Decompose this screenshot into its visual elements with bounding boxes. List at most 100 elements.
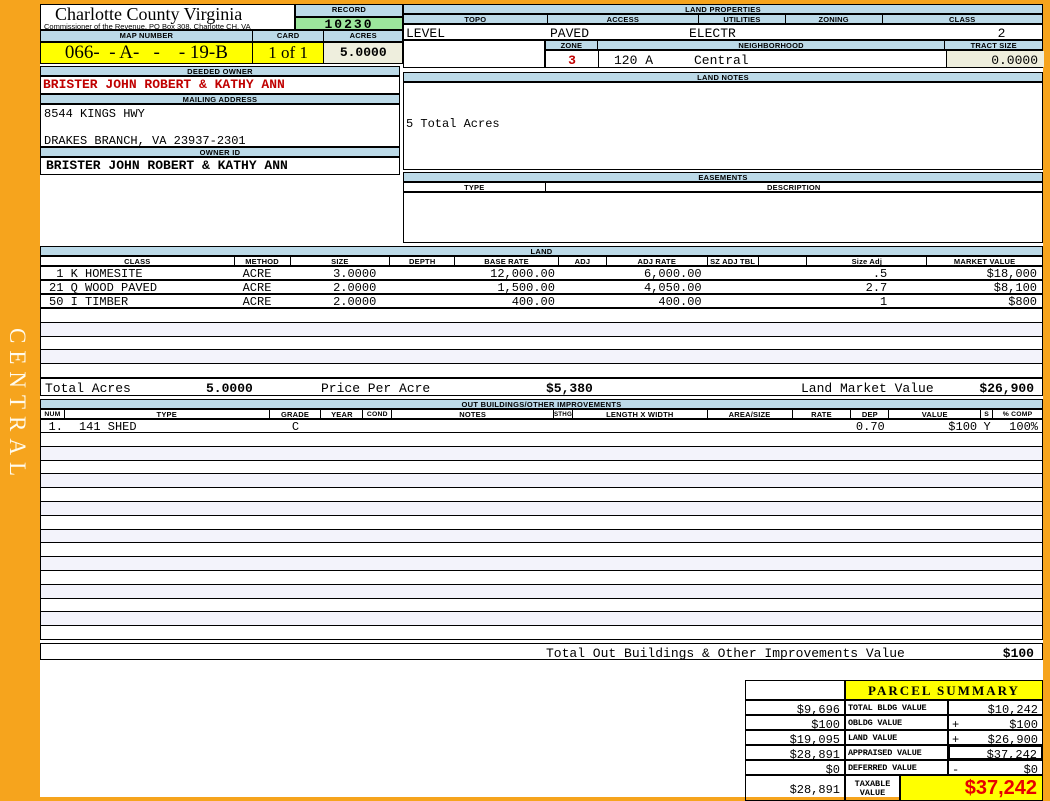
- neighborhood-name: Central: [694, 53, 749, 68]
- address-line1: 8544 KINGS HWY: [44, 107, 145, 121]
- land-adj: [559, 267, 607, 279]
- land-h-adj: ADJ: [559, 257, 607, 265]
- zone-header-row: ZONE NEIGHBORHOOD TRACT SIZE: [545, 40, 1043, 50]
- land-h-sz-adj-tbl: SZ ADJ TBL: [708, 257, 759, 265]
- land-adj: [559, 295, 607, 307]
- land-value: + $26,900: [948, 730, 1043, 747]
- land-note: 5 Total Acres: [406, 117, 500, 131]
- land-market-value: $800: [1008, 295, 1037, 307]
- ob-s: Y: [983, 420, 991, 432]
- land-class: 50 I TIMBER: [49, 295, 129, 307]
- land-row: 21 Q WOOD PAVED ACRE 2.0000 1,500.00 4,0…: [40, 280, 1043, 294]
- land-blank: [759, 267, 808, 279]
- easement-description-label: DESCRIPTION: [767, 183, 821, 191]
- land-adj-rate: 400.00: [658, 295, 702, 307]
- total-bldg-value: $10,242: [948, 700, 1043, 717]
- card-label: CARD: [253, 31, 325, 41]
- out-buildings-header: NUM TYPE GRADE YEAR COND NOTES STHGT LEN…: [40, 409, 1043, 419]
- deeded-owner-label: DEEDED OWNER: [40, 66, 400, 76]
- label-total-bldg-value: TOTAL BLDG VALUE: [845, 700, 948, 715]
- record-card: Charlotte County Virginia Commissioner o…: [40, 4, 1044, 801]
- minus-sign: -: [952, 763, 960, 777]
- map-number-label: MAP NUMBER: [41, 31, 253, 41]
- land-row: 50 I TIMBER ACRE 2.0000 400.00 400.00 1 …: [40, 294, 1043, 308]
- ob-notes: [392, 420, 554, 432]
- prior-total-bldg-value: $9,696: [745, 700, 845, 717]
- ob-h-grade: GRADE: [270, 410, 322, 418]
- county-title: Charlotte County Virginia: [55, 4, 243, 24]
- land-h-class: CLASS: [41, 257, 235, 265]
- summary-row: $0 DEFERRED VALUE - $0: [745, 760, 1043, 777]
- land-h-method: METHOD: [235, 257, 291, 265]
- land-method: ACRE: [242, 295, 272, 307]
- ob-h-pct-comp: % COMP: [1002, 411, 1033, 418]
- ob-rate: [793, 420, 852, 432]
- map-number-value: 066- - A- - - 19-B: [41, 43, 253, 63]
- zoning-label: ZONING: [786, 15, 883, 23]
- card-value: 1 of 1: [252, 43, 325, 63]
- zone-divider: [598, 51, 599, 67]
- land-sz-adj-tbl: [708, 281, 759, 293]
- out-buildings-total-label: Total Out Buildings & Other Improvements…: [546, 646, 905, 661]
- value: $0: [1023, 763, 1038, 777]
- acres-label: ACRES: [349, 31, 377, 40]
- tract-size-label: TRACT SIZE: [970, 41, 1017, 49]
- out-buildings-total-row: Total Out Buildings & Other Improvements…: [40, 643, 1043, 661]
- land-adj-rate: 6,000.00: [644, 267, 702, 279]
- acres-value: 5.0000: [324, 43, 402, 63]
- address-line2: DRAKES BRANCH, VA 23937-2301: [44, 134, 246, 148]
- price-per-acre-label: Price Per Acre: [321, 381, 431, 396]
- zone-label: ZONE: [546, 41, 598, 49]
- summary-title-row: PARCEL SUMMARY: [745, 680, 1043, 700]
- ob-h-notes: NOTES: [392, 410, 554, 418]
- land-h-blank: [759, 257, 808, 265]
- land-method: ACRE: [242, 281, 272, 293]
- neighborhood-code: 120 A: [614, 53, 654, 68]
- record-label: RECORD: [295, 4, 403, 17]
- land-h-size: SIZE: [291, 257, 391, 265]
- ob-pct-comp: 100%: [1009, 420, 1038, 432]
- summary-row: $9,696 TOTAL BLDG VALUE $10,242: [745, 700, 1043, 717]
- land-blank: [759, 295, 808, 307]
- easements-header-row: TYPE DESCRIPTION: [403, 182, 1043, 192]
- land-base-rate: 1,500.00: [497, 281, 555, 293]
- taxable-value: $37,242: [900, 775, 1043, 801]
- easements-box: [403, 192, 1043, 243]
- summary-row: $28,891 APPRAISED VALUE $37,242: [745, 745, 1043, 762]
- owner-id-label: OWNER ID: [40, 147, 400, 157]
- ob-type: 141 SHED: [78, 420, 137, 432]
- ob-h-rate: RATE: [793, 410, 852, 418]
- land-h-base-rate: BASE RATE: [455, 257, 559, 265]
- ob-h-type: TYPE: [65, 410, 270, 418]
- record-value: 10230: [295, 17, 403, 31]
- label-deferred-value: DEFERRED VALUE: [845, 760, 948, 775]
- ob-h-area-size: AREA/SIZE: [708, 410, 793, 418]
- total-acres-value: 5.0000: [206, 381, 253, 396]
- access-label: ACCESS: [548, 15, 700, 23]
- tract-size-value: 0.0000: [946, 51, 1044, 68]
- land-h-size-adj: Size Adj: [807, 257, 928, 265]
- label-obldg-value: OBLDG VALUE: [845, 715, 948, 730]
- prior-appraised-value: $28,891: [745, 745, 845, 762]
- land-h-adj-rate: ADJ RATE: [607, 257, 708, 265]
- out-building-row: 1. 141 SHED C 0.70 $100 Y 100%: [40, 419, 1043, 433]
- county-title-box: Charlotte County Virginia Commissioner o…: [40, 4, 295, 31]
- summary-row: $100 OBLDG VALUE + $100: [745, 715, 1043, 732]
- land-totals-row: Total Acres 5.0000 Price Per Acre $5,380…: [40, 378, 1043, 396]
- ob-year: [321, 420, 363, 432]
- prior-land-value: $19,095: [745, 730, 845, 747]
- topo-column-spacer: [403, 40, 545, 68]
- land-size: 2.0000: [333, 281, 377, 293]
- ob-h-value: VALUE: [889, 410, 982, 418]
- out-buildings-total-value: $100: [1002, 646, 1034, 661]
- land-size: 3.0000: [333, 267, 377, 279]
- land-class: 21 Q WOOD PAVED: [49, 281, 158, 293]
- parcel-header-row: MAP NUMBER CARD ACRES: [40, 30, 403, 42]
- land-blank: [759, 281, 808, 293]
- ob-h-cond: COND: [363, 410, 393, 418]
- land-notes-box: 5 Total Acres: [403, 82, 1043, 170]
- land-size-adj: 1: [880, 295, 888, 307]
- topo-label: TOPO: [404, 15, 548, 23]
- land-size-adj: 2.7: [865, 281, 888, 293]
- class-label: CLASS: [949, 15, 976, 23]
